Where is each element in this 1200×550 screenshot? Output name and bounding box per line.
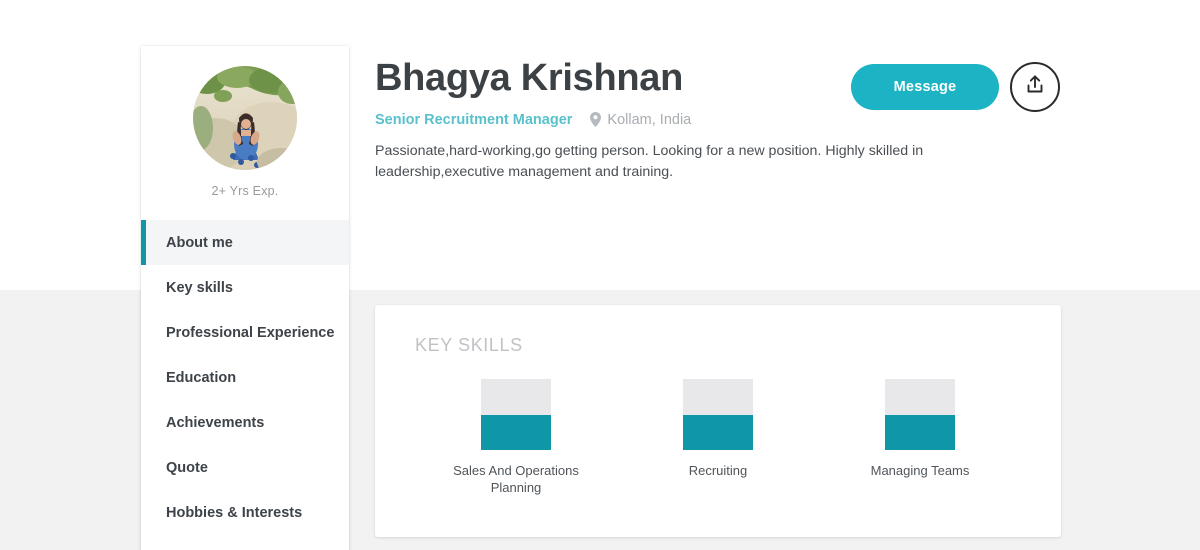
sidebar-item-hobbies-interests[interactable]: Hobbies & Interests	[141, 490, 349, 535]
location-label: Kollam, India	[607, 111, 692, 128]
skill-bar	[481, 379, 551, 450]
profile-sidebar: 2+ Yrs Exp. About me Key skills Professi…	[141, 46, 349, 550]
sidebar-item-label: Achievements	[166, 414, 265, 431]
message-button[interactable]: Message	[851, 64, 999, 110]
skill-bar-fill	[481, 414, 551, 450]
sidebar-item-key-skills[interactable]: Key skills	[141, 265, 349, 310]
sidebar-item-label: Hobbies & Interests	[166, 504, 303, 521]
skill-item: Managing Teams	[819, 379, 1021, 496]
avatar-block: 2+ Yrs Exp.	[141, 46, 349, 198]
profile-subline: Senior Recruitment Manager Kollam, India	[375, 112, 1075, 128]
avatar	[193, 66, 297, 170]
map-pin-icon	[590, 112, 602, 128]
sidebar-item-label: Quote	[166, 459, 208, 476]
key-skills-card: KEY SKILLS Sales And Operations Planning…	[375, 305, 1061, 537]
skill-bar-fill	[683, 414, 753, 450]
skill-label: Managing Teams	[870, 463, 970, 478]
skill-item: Sales And Operations Planning	[415, 379, 617, 496]
profile-bio: Passionate,hard-working,go getting perso…	[375, 142, 924, 181]
sidebar-nav: About me Key skills Professional Experie…	[141, 220, 349, 550]
key-skills-title: KEY SKILLS	[415, 335, 523, 355]
key-skills-chart: Sales And Operations Planning Recruiting…	[415, 379, 1021, 496]
sidebar-item-label: Education	[166, 369, 237, 386]
share-upload-icon	[1024, 74, 1046, 101]
share-button[interactable]	[1010, 62, 1060, 112]
sidebar-item-professional-experience[interactable]: Professional Experience	[141, 310, 349, 355]
sidebar-item-quote[interactable]: Quote	[141, 445, 349, 490]
skill-bar	[885, 379, 955, 450]
skill-item: Recruiting	[617, 379, 819, 496]
sidebar-item-education[interactable]: Education	[141, 355, 349, 400]
sidebar-item-label: Professional Experience	[166, 324, 335, 341]
job-title: Senior Recruitment Manager	[375, 111, 573, 128]
experience-label: 2+ Yrs Exp.	[211, 184, 279, 198]
sidebar-item-about-me[interactable]: About me	[141, 220, 349, 265]
sidebar-item-languages[interactable]: Languages	[141, 535, 349, 550]
skill-bar-fill	[885, 414, 955, 450]
skill-label: Recruiting	[688, 463, 748, 478]
sidebar-item-achievements[interactable]: Achievements	[141, 400, 349, 445]
sidebar-item-label: Key skills	[166, 279, 233, 296]
skill-label: Sales And Operations Planning	[453, 463, 579, 496]
skill-bar	[683, 379, 753, 450]
sidebar-item-label: About me	[166, 234, 233, 251]
